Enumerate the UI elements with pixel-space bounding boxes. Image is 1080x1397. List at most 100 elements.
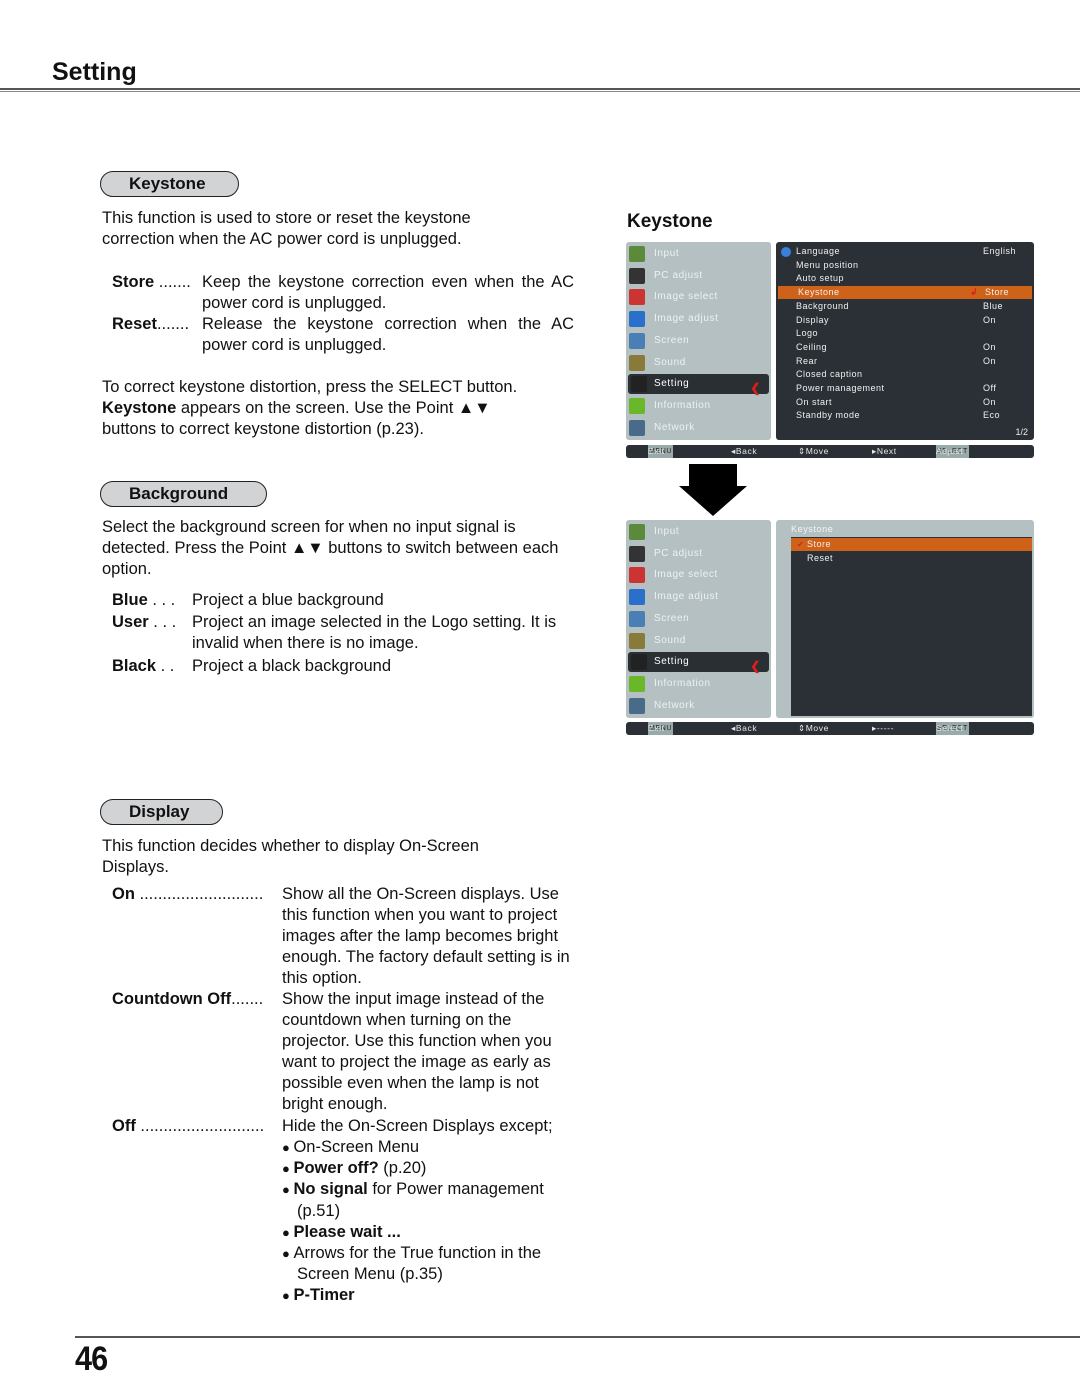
menu-item-sound[interactable]: Sound [626, 353, 771, 373]
leader-dots: ........................... [134, 885, 264, 903]
footer-exit: Exit [648, 446, 665, 456]
footer-move: ⇕Move [798, 723, 829, 733]
leader-dots: ....... [156, 315, 190, 333]
setting-item-keystone[interactable]: Keystone Store ↲ [778, 286, 1032, 300]
menu-item-network[interactable]: Network [626, 418, 771, 438]
menu-item-label: PC adjust [654, 269, 703, 281]
image-select-icon [629, 289, 645, 306]
setting-value: On [983, 396, 997, 407]
keystone-option-store: Store ....... Keep the keystone correcti… [112, 272, 582, 314]
option-term: Reset [112, 315, 157, 333]
setting-value: Eco [983, 410, 1001, 421]
osd-footer: MENU Exit ◂Back ⇕Move ▸----- SELECT Select [626, 722, 1034, 735]
setting-label: On start [796, 396, 833, 407]
setting-label: Auto setup [796, 273, 845, 284]
exception-item: On-Screen Menu [282, 1137, 572, 1158]
down-arrow-icon [679, 464, 747, 516]
submenu-header: Keystone [791, 524, 834, 534]
footer-move: ⇕Move [798, 446, 829, 456]
setting-item-background[interactable]: Background Blue [776, 300, 1034, 313]
pc-adjust-icon [629, 545, 645, 562]
keystone-note: To correct keystone distortion, press th… [102, 377, 582, 440]
setting-value: On [983, 355, 997, 366]
submenu-item-reset[interactable]: Reset [791, 552, 1032, 565]
sound-icon [629, 632, 645, 649]
exception-bold: Power off? [293, 1159, 379, 1178]
note-line: Keystone appears on the screen. Use the … [102, 398, 582, 419]
leader-dots: . . . [147, 591, 176, 609]
footer-back: ◂Back [731, 446, 758, 456]
menu-item-screen[interactable]: Screen [626, 331, 771, 351]
setting-item-closed-caption[interactable]: Closed caption [776, 368, 1034, 381]
submenu-item-store[interactable]: ✔ Store [791, 538, 1032, 551]
network-icon [629, 419, 645, 436]
sound-icon [629, 354, 645, 371]
setting-item-language[interactable]: Language English [776, 245, 1034, 258]
figure-title: Keystone [627, 211, 713, 232]
item-label: Reset [807, 553, 834, 563]
menu-item-image-select[interactable]: Image select [626, 565, 771, 585]
menu-item-label: Image adjust [654, 591, 719, 603]
leader-dots: . . [156, 657, 175, 675]
menu-item-setting[interactable]: Setting ❮ [628, 374, 769, 395]
input-icon [629, 246, 645, 262]
exception-bold: P-Timer [293, 1286, 355, 1305]
menu-item-label: Network [654, 421, 695, 433]
osd-main-menu: Input PC adjust Image select Image adjust Sc… [626, 242, 771, 440]
menu-item-pc-adjust[interactable]: PC adjust [626, 266, 771, 286]
display-option-off: Off ........................... Hide the… [112, 1116, 582, 1137]
setting-item-standby-mode[interactable]: Standby mode Eco [776, 409, 1034, 422]
option-desc: Release the keystone correction when the… [202, 315, 574, 354]
menu-item-input[interactable]: Input [626, 244, 771, 264]
setting-label: Rear [796, 355, 818, 366]
option-desc: Project an image selected in the Logo se… [192, 613, 557, 652]
leader-dots: ........................... [135, 1117, 265, 1135]
menu-item-input[interactable]: Input [626, 522, 771, 542]
leader-dots: ....... [231, 990, 264, 1008]
menu-item-information[interactable]: Information [626, 396, 771, 416]
setting-item-menu-position[interactable]: Menu position [776, 259, 1034, 272]
page-title: Setting [52, 58, 137, 86]
information-icon [629, 675, 645, 692]
option-term: Blue [112, 591, 148, 609]
option-term: Off [112, 1117, 136, 1135]
menu-item-label: Image select [654, 569, 718, 581]
menu-item-sound[interactable]: Sound [626, 631, 771, 651]
submenu-list: ✔ Store Reset [791, 537, 1032, 716]
option-desc: Show all the On-Screen displays. Use thi… [282, 885, 570, 987]
setting-item-rear[interactable]: Rear On [776, 355, 1034, 368]
footer-back: ◂Back [731, 723, 758, 733]
menu-item-image-select[interactable]: Image select [626, 287, 771, 307]
pc-adjust-icon [629, 267, 645, 284]
menu-item-image-adjust[interactable]: Image adjust [626, 587, 771, 607]
footer-exit: Exit [648, 723, 665, 733]
exception-item: P-Timer [282, 1285, 572, 1306]
menu-item-label: Input [654, 526, 680, 537]
screen-icon [629, 332, 645, 349]
setting-item-power-management[interactable]: Power management Off [776, 382, 1034, 395]
footer-rule [75, 1336, 1080, 1338]
setting-label: Logo [796, 328, 819, 339]
menu-item-screen[interactable]: Screen [626, 609, 771, 629]
setting-label: Ceiling [796, 341, 828, 352]
option-desc: Hide the On-Screen Displays except; [282, 1117, 553, 1135]
menu-item-setting[interactable]: Setting ❮ [628, 652, 769, 673]
image-adjust-icon [629, 311, 645, 328]
menu-item-pc-adjust[interactable]: PC adjust [626, 544, 771, 564]
setting-item-display[interactable]: Display On [776, 314, 1034, 327]
menu-item-image-adjust[interactable]: Image adjust [626, 309, 771, 329]
osd-footer: MENU Exit ◂Back ⇕Move ▸Next SELECT Adjust [626, 445, 1034, 458]
setting-value: On [983, 341, 997, 352]
setting-item-logo[interactable]: Logo [776, 327, 1034, 340]
osd-submenu-panel: Language English Menu position Auto setup Ke… [776, 242, 1034, 440]
setting-value: English [983, 246, 1017, 256]
footer-action: Select [936, 723, 964, 733]
menu-item-label: Image adjust [654, 313, 719, 325]
footer-next: ▸----- [872, 723, 895, 733]
menu-item-network[interactable]: Network [626, 696, 771, 716]
setting-item-on-start[interactable]: On start On [776, 396, 1034, 409]
setting-item-auto-setup[interactable]: Auto setup [776, 272, 1034, 285]
setting-value: Blue [983, 300, 1004, 311]
setting-item-ceiling[interactable]: Ceiling On [776, 341, 1034, 354]
menu-item-information[interactable]: Information [626, 674, 771, 694]
